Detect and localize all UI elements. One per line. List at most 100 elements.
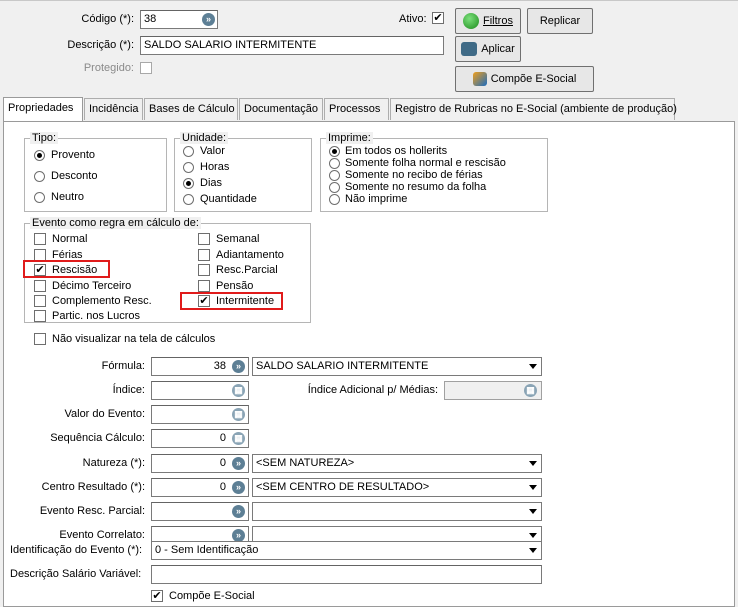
radio-quantidade-label: Quantidade [200, 193, 257, 205]
checkbox-semanal-label: Semanal [216, 233, 260, 245]
chevron-down-icon [529, 533, 537, 538]
formula-label: Fórmula: [101, 360, 145, 372]
tab-processos[interactable]: Processos [324, 98, 389, 120]
radio-valor-label: Valor [200, 145, 225, 157]
ativo-label: Ativo: [399, 13, 427, 25]
green-circle-icon [463, 13, 480, 29]
tab-propriedades[interactable]: Propriedades [3, 97, 83, 121]
checkbox-normal[interactable] [34, 233, 46, 245]
radio-nao-imprime[interactable] [329, 194, 340, 205]
tab-incidencia[interactable]: Incidência [84, 98, 143, 120]
checkbox-decimo-terceiro[interactable] [34, 280, 46, 292]
apply-icon [461, 42, 478, 56]
checkbox-compoe-esocial[interactable]: ✔ [151, 590, 163, 602]
checkbox-pensao[interactable] [198, 280, 210, 292]
evento-group-title: Evento como regra em cálculo de: [30, 217, 201, 229]
checkbox-adiantamento[interactable] [198, 249, 210, 261]
checkbox-nao-visualizar-label: Não visualizar na tela de cálculos [52, 333, 216, 345]
tab-registro-rubricas[interactable]: Registro de Rubricas no E-Social (ambien… [390, 98, 677, 120]
propriedades-panel: Tipo: Provento Desconto Neutro Unidade: … [3, 121, 735, 607]
tab-bases-calculo[interactable]: Bases de Cálculo [144, 98, 238, 120]
radio-quantidade[interactable] [183, 194, 194, 205]
checkbox-resc-parcial[interactable] [198, 264, 210, 276]
evento-resc-parcial-lookup-icon[interactable]: » [232, 505, 245, 518]
checkbox-normal-label: Normal [52, 233, 88, 245]
natureza-lookup-icon[interactable]: » [232, 457, 245, 470]
chevron-down-icon [529, 509, 537, 514]
formula-select[interactable]: SALDO SALARIO INTERMITENTE [252, 357, 542, 376]
chevron-down-icon [529, 485, 537, 490]
sequencia-calc-icon[interactable]: ▦ [232, 432, 245, 445]
codigo-lookup-icon[interactable]: » [202, 13, 215, 26]
natureza-label: Natureza (*): [82, 457, 145, 469]
chevron-down-icon [529, 548, 537, 553]
checkbox-partic-lucros-label: Partic. nos Lucros [52, 310, 141, 322]
identificacao-evento-label: Identificação do Evento (*): [10, 544, 143, 556]
radio-nao-imprime-label: Não imprime [345, 193, 408, 205]
centro-resultado-label: Centro Resultado (*): [41, 481, 145, 493]
checkbox-adiantamento-label: Adiantamento [216, 249, 284, 261]
header-area: Código (*): 38 » Descrição (*): SALDO SA… [0, 0, 738, 96]
checkbox-nao-visualizar[interactable] [34, 333, 46, 345]
radio-desconto[interactable] [34, 171, 45, 182]
filtros-button[interactable]: Filtros [455, 8, 521, 34]
codigo-label: Código (*): [81, 13, 134, 25]
radio-desconto-label: Desconto [51, 170, 98, 182]
checkbox-decimo-terceiro-label: Décimo Terceiro [52, 280, 132, 292]
radio-somente-recibo-label: Somente no recibo de férias [345, 169, 483, 181]
indice-calc-icon[interactable]: ▦ [232, 384, 245, 397]
esocial-icon [472, 72, 487, 86]
radio-horas[interactable] [183, 162, 194, 173]
tab-documentacao[interactable]: Documentação [239, 98, 323, 120]
descricao-label: Descrição (*): [67, 39, 134, 51]
checkbox-complemento-resc-label: Complemento Resc. [52, 295, 152, 307]
formula-lookup-icon[interactable]: » [232, 360, 245, 373]
natureza-select[interactable]: <SEM NATUREZA> [252, 454, 542, 473]
imprime-group-title: Imprime: [326, 132, 373, 144]
evento-resc-parcial-label: Evento Resc. Parcial: [39, 505, 145, 517]
centro-resultado-select[interactable]: <SEM CENTRO DE RESULTADO> [252, 478, 542, 497]
radio-valor[interactable] [183, 146, 194, 157]
checkbox-semanal[interactable] [198, 233, 210, 245]
centro-resultado-lookup-icon[interactable]: » [232, 481, 245, 494]
indice-adicional-calc-icon[interactable]: ▦ [524, 384, 537, 397]
top-border [0, 0, 738, 1]
radio-somente-folha-label: Somente folha normal e rescisão [345, 157, 506, 169]
radio-dias[interactable] [183, 178, 194, 189]
compoe-esocial-button[interactable]: Compõe E-Social [455, 66, 594, 92]
radio-somente-recibo[interactable] [329, 170, 340, 181]
radio-em-todos-label: Em todos os hollerits [345, 145, 448, 157]
identificacao-evento-select[interactable]: 0 - Sem Identificação [151, 541, 542, 560]
protegido-checkbox[interactable] [140, 62, 152, 74]
evento-correlato-label: Evento Correlato: [59, 529, 145, 541]
valor-evento-calc-icon[interactable]: ▦ [232, 408, 245, 421]
protegido-label: Protegido: [83, 62, 134, 74]
radio-somente-folha[interactable] [329, 158, 340, 169]
checkbox-complemento-resc[interactable] [34, 295, 46, 307]
replicar-button[interactable]: Replicar [527, 8, 593, 34]
sequencia-value: 0 [219, 432, 226, 444]
radio-neutro[interactable] [34, 192, 45, 203]
centro-resultado-code-value: 0 [219, 481, 226, 493]
sequencia-label: Sequência Cálculo: [50, 432, 145, 444]
filtros-button-label: Filtros [483, 15, 513, 27]
checkbox-compoe-esocial-label: Compõe E-Social [169, 590, 255, 602]
natureza-code-value: 0 [219, 457, 226, 469]
radio-dias-label: Dias [200, 177, 223, 189]
codigo-value: 38 [144, 13, 157, 25]
aplicar-button[interactable]: Aplicar [455, 36, 521, 62]
descricao-salario-label: Descrição Salário Variável: [10, 568, 142, 580]
formula-select-value: SALDO SALARIO INTERMITENTE [256, 360, 429, 372]
valor-evento-label: Valor do Evento: [64, 408, 145, 420]
ativo-checkbox[interactable]: ✔ [432, 12, 444, 24]
checkbox-resc-parcial-label: Resc.Parcial [216, 264, 278, 276]
evento-resc-parcial-select[interactable] [252, 502, 542, 521]
radio-em-todos[interactable] [329, 146, 340, 157]
descricao-field[interactable]: SALDO SALARIO INTERMITENTE [140, 36, 444, 55]
radio-provento[interactable] [34, 150, 45, 161]
natureza-select-value: <SEM NATUREZA> [256, 457, 355, 469]
descricao-salario-field[interactable] [151, 565, 542, 584]
checkbox-partic-lucros[interactable] [34, 310, 46, 322]
radio-provento-label: Provento [51, 149, 96, 161]
radio-somente-resumo[interactable] [329, 182, 340, 193]
